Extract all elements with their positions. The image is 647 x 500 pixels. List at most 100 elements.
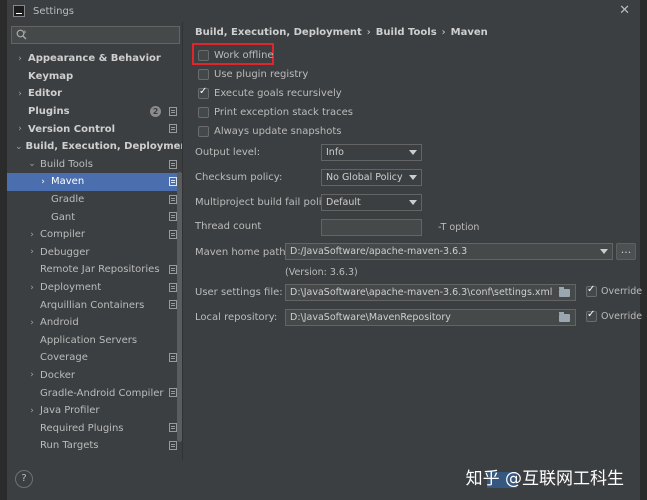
sidebar-item-gradle-android-compiler[interactable]: Gradle-Android Compiler xyxy=(7,384,182,402)
maven-home-browse-button[interactable]: ... xyxy=(616,243,636,260)
sidebar-item-label: Run Targets xyxy=(40,440,99,452)
breadcrumb-build-execution-deployment[interactable]: Build, Execution, Deployment xyxy=(195,27,362,38)
override-label: Override xyxy=(601,311,643,322)
chevron-right-icon[interactable]: › xyxy=(27,230,37,240)
chevron-right-icon[interactable]: › xyxy=(15,89,25,99)
always-update-snapshots-checkbox[interactable]: Always update snapshots xyxy=(198,123,341,139)
checkbox-box[interactable] xyxy=(198,68,209,80)
breadcrumb: Build, Execution, Deployment › Build Tools… xyxy=(195,27,488,38)
project-settings-icon xyxy=(169,212,177,222)
sidebar-item-label: Editor xyxy=(28,88,62,100)
sidebar-item-plugins[interactable]: Plugins 2 xyxy=(7,103,182,121)
sidebar-item-docker[interactable]: › Docker xyxy=(7,367,182,385)
print-exception-stack-traces-checkbox[interactable]: Print exception stack traces xyxy=(198,104,353,120)
settings-tree: › Appearance & Behavior Keymap › Editor … xyxy=(7,50,182,455)
project-settings-icon xyxy=(169,300,177,310)
sidebar-item-coverage[interactable]: Coverage xyxy=(7,349,182,367)
maven-home-value: D:/JavaSoftware/apache-maven-3.6.3 xyxy=(290,246,468,257)
chevron-right-icon[interactable]: › xyxy=(27,247,37,257)
sidebar-item-android[interactable]: › Android xyxy=(7,314,182,332)
sidebar-item-deployment[interactable]: › Deployment xyxy=(7,279,182,297)
sidebar-item-compiler[interactable]: › Compiler xyxy=(7,226,182,244)
breadcrumb-maven: Maven xyxy=(450,27,488,38)
checksum-policy-label: Checksum policy: xyxy=(195,172,283,183)
project-settings-icon xyxy=(169,388,177,398)
search-input[interactable] xyxy=(30,29,170,41)
close-icon[interactable]: ✕ xyxy=(619,3,630,18)
checkbox-box-checked[interactable] xyxy=(198,86,209,99)
override-label: Override xyxy=(601,286,643,297)
checksum-policy-value: No Global Policy xyxy=(326,172,403,183)
checkbox-box-checked[interactable] xyxy=(586,284,597,297)
sidebar-item-label: Version Control xyxy=(28,123,116,135)
checkbox-box[interactable] xyxy=(198,125,209,137)
chevron-right-icon[interactable]: › xyxy=(38,177,48,187)
local-repository-input[interactable]: D:\JavaSoftware\MavenRepository xyxy=(285,309,576,326)
chevron-right-icon[interactable]: › xyxy=(27,370,37,380)
use-plugin-registry-checkbox[interactable]: Use plugin registry xyxy=(198,66,308,82)
sidebar-item-appearance-behavior[interactable]: › Appearance & Behavior xyxy=(7,50,182,68)
sidebar-item-label: Gradle-Android Compiler xyxy=(40,387,164,399)
multiproject-policy-select[interactable]: Default xyxy=(321,194,422,211)
project-settings-icon xyxy=(169,159,177,169)
sidebar-item-label: Java Profiler xyxy=(40,405,100,417)
sidebar-item-gant[interactable]: Gant xyxy=(7,208,182,226)
user-settings-value: D:\JavaSoftware\apache-maven-3.6.3\conf\… xyxy=(290,287,553,298)
sidebar-item-build-execution-deployment[interactable]: ⌄ Build, Execution, Deployment xyxy=(7,138,182,156)
chevron-down-icon[interactable]: ⌄ xyxy=(15,142,23,152)
breadcrumb-separator: › xyxy=(366,27,371,38)
checkbox-box[interactable] xyxy=(198,49,209,61)
sidebar-item-version-control[interactable]: › Version Control xyxy=(7,120,182,138)
chevron-right-icon[interactable]: › xyxy=(27,283,37,293)
folder-icon[interactable] xyxy=(559,287,570,297)
chevron-right-icon[interactable]: › xyxy=(27,318,37,328)
project-settings-icon xyxy=(169,124,177,134)
maven-version-text: (Version: 3.6.3) xyxy=(285,267,358,278)
sidebar-item-label: Android xyxy=(40,317,79,329)
output-level-select[interactable]: Info xyxy=(321,144,422,161)
background-window-right-edge xyxy=(641,0,647,500)
sidebar-item-editor[interactable]: › Editor xyxy=(7,85,182,103)
chevron-right-icon[interactable]: › xyxy=(15,54,25,64)
settings-search-box[interactable] xyxy=(11,26,180,44)
thread-count-input[interactable] xyxy=(321,219,422,236)
window-title: Settings xyxy=(33,5,75,17)
use-plugin-registry-label: Use plugin registry xyxy=(214,68,309,80)
sidebar-item-label: Compiler xyxy=(40,229,86,241)
maven-home-select[interactable]: D:/JavaSoftware/apache-maven-3.6.3 xyxy=(285,243,613,260)
sidebar-item-required-plugins[interactable]: Required Plugins xyxy=(7,419,182,437)
maven-settings-panel: Build, Execution, Deployment › Build Tools… xyxy=(184,22,643,460)
sidebar-scrollbar[interactable] xyxy=(177,172,182,442)
sidebar-item-label: Arquillian Containers xyxy=(40,299,145,311)
folder-icon[interactable] xyxy=(559,312,570,322)
user-settings-override-checkbox[interactable]: Override xyxy=(586,284,643,297)
sidebar-item-label: Build Tools xyxy=(40,158,93,170)
chevron-right-icon[interactable]: › xyxy=(15,124,25,134)
sidebar-item-remote-jar-repositories[interactable]: Remote Jar Repositories xyxy=(7,261,182,279)
project-settings-icon xyxy=(169,177,177,187)
execute-goals-recursively-checkbox[interactable]: Execute goals recursively xyxy=(198,85,342,101)
chevron-down-icon[interactable]: ⌄ xyxy=(27,159,37,169)
local-repository-override-checkbox[interactable]: Override xyxy=(586,309,643,322)
output-level-label: Output level: xyxy=(195,147,261,158)
help-button[interactable]: ? xyxy=(15,470,33,488)
sidebar-item-maven[interactable]: › Maven xyxy=(7,173,182,191)
breadcrumb-build-tools[interactable]: Build Tools xyxy=(376,27,437,38)
checkbox-box[interactable] xyxy=(198,106,209,118)
user-settings-input[interactable]: D:\JavaSoftware\apache-maven-3.6.3\conf\… xyxy=(285,284,576,301)
chevron-right-icon[interactable]: › xyxy=(27,406,37,416)
sidebar-item-run-targets[interactable]: Run Targets xyxy=(7,437,182,455)
sidebar-item-arquillian-containers[interactable]: Arquillian Containers xyxy=(7,296,182,314)
sidebar-item-keymap[interactable]: Keymap xyxy=(7,68,182,86)
dialog-footer: ? 知乎 @互联网工科生 xyxy=(7,460,640,500)
sidebar-item-debugger[interactable]: › Debugger xyxy=(7,244,182,262)
sidebar-item-label: Debugger xyxy=(40,246,90,258)
checksum-policy-select[interactable]: No Global Policy xyxy=(321,169,422,186)
sidebar-item-application-servers[interactable]: Application Servers xyxy=(7,332,182,350)
checkbox-box-checked[interactable] xyxy=(586,309,597,322)
work-offline-checkbox[interactable]: Work offline xyxy=(198,47,274,63)
sidebar-item-gradle[interactable]: Gradle xyxy=(7,191,182,209)
sidebar-item-java-profiler[interactable]: › Java Profiler xyxy=(7,402,182,420)
sidebar-item-build-tools[interactable]: ⌄ Build Tools xyxy=(7,156,182,174)
project-settings-icon xyxy=(169,194,177,204)
